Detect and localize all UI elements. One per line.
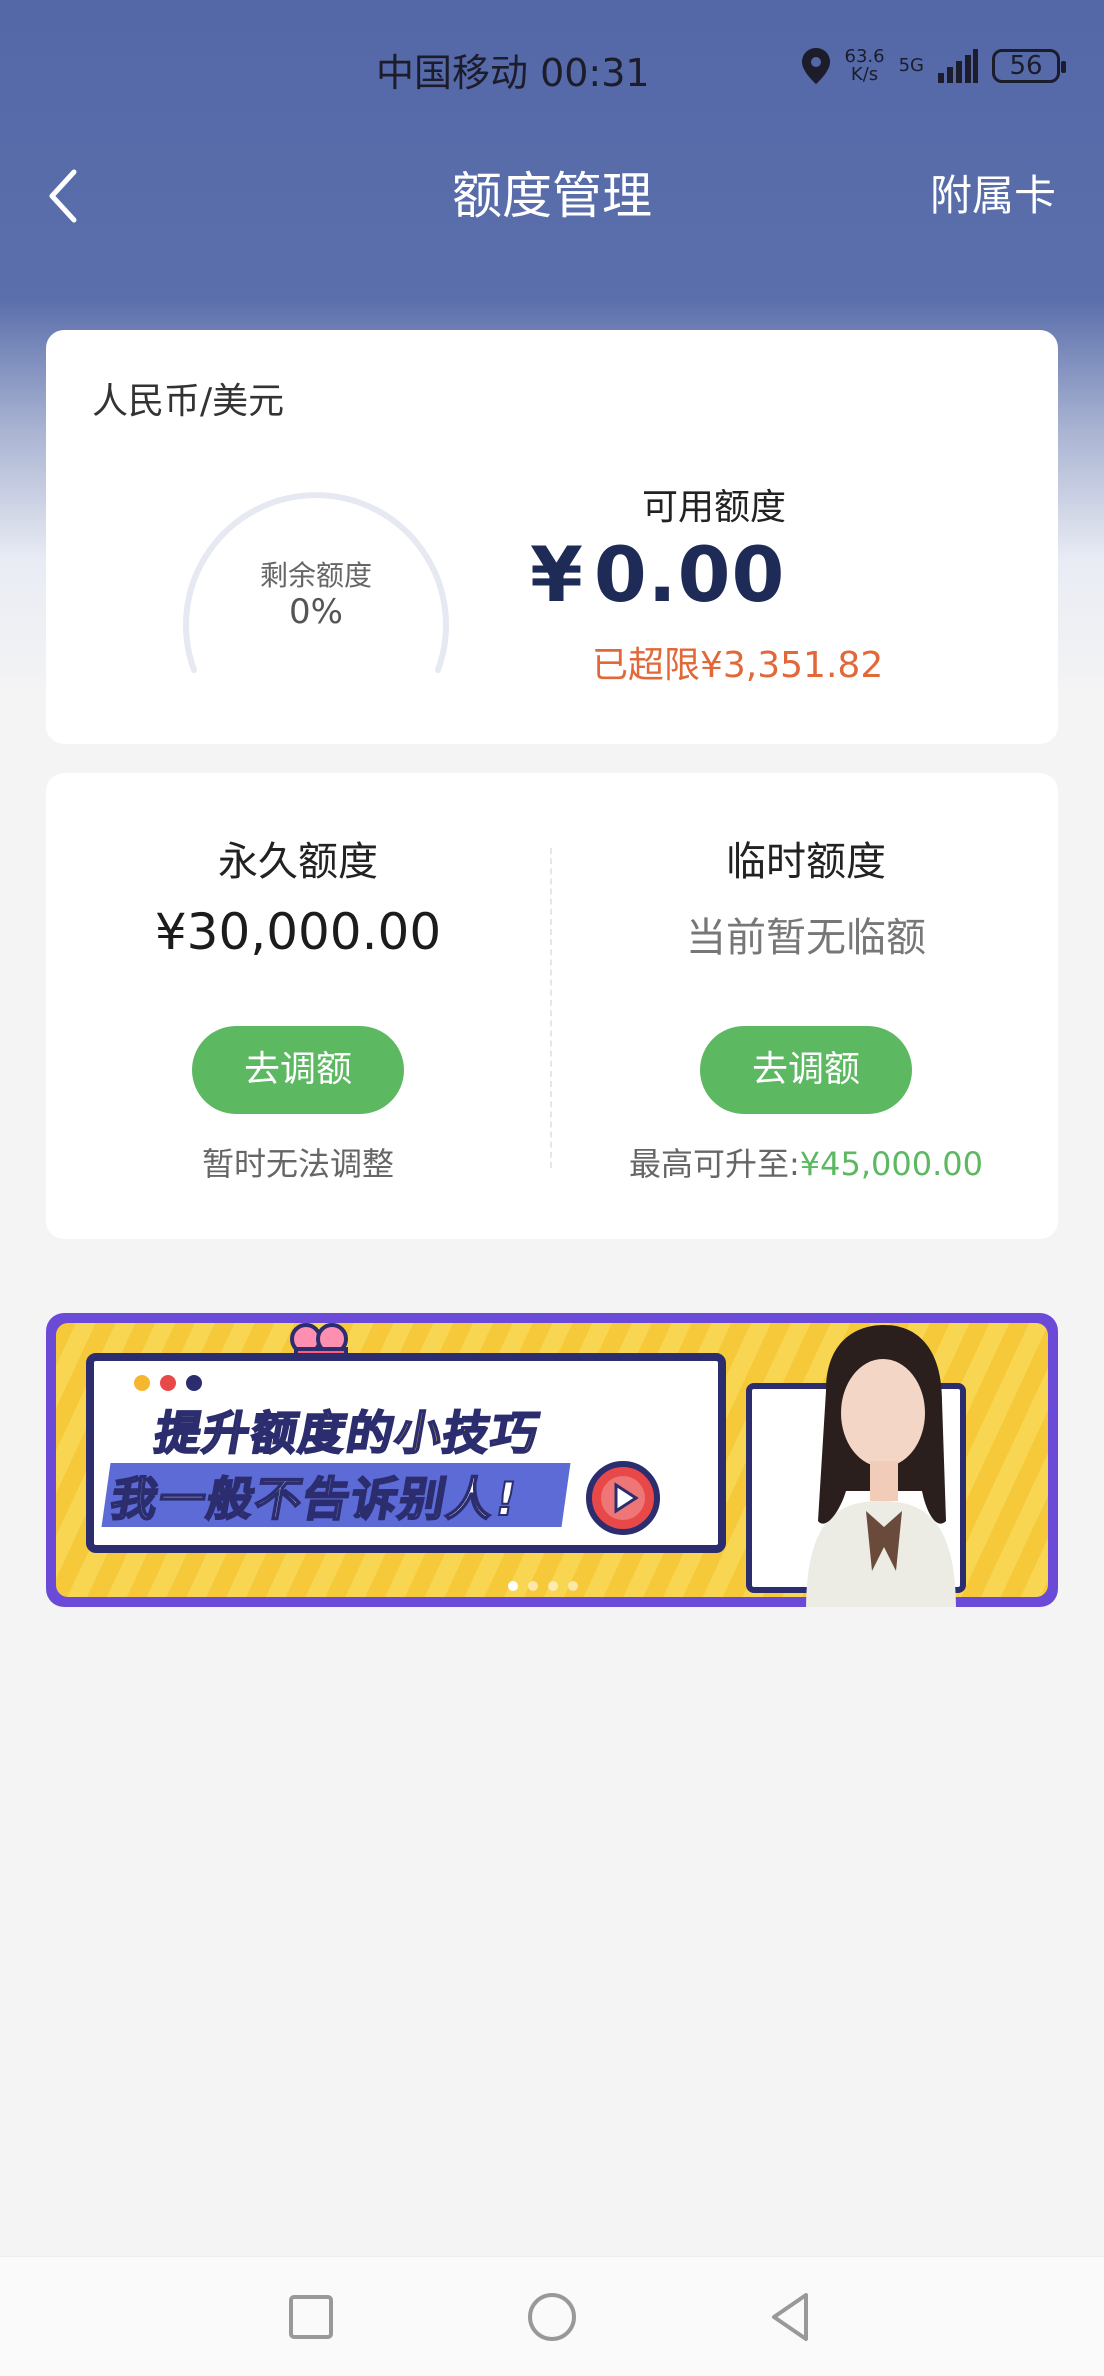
back-triangle-icon[interactable] <box>762 2287 822 2347</box>
adjust-permanent-button[interactable]: 去调额 <box>192 1026 404 1114</box>
temporary-limit-note: 最高可升至:¥45,000.00 <box>554 1139 1058 1185</box>
supplementary-card-link[interactable]: 附属卡 <box>930 162 1056 223</box>
permanent-limit-section: 永久额度 ¥30,000.00 去调额 暂时无法调整 <box>46 773 550 1239</box>
carousel-dot-active <box>508 1581 518 1591</box>
play-icon <box>586 1461 660 1535</box>
recent-apps-icon[interactable] <box>281 2287 341 2347</box>
currency-symbol: ¥ <box>530 530 584 619</box>
banner-headline: 提升额度的小技巧 <box>150 1405 546 1461</box>
status-icons: 63.6 K/s 5G 56 <box>801 44 1066 88</box>
temporary-limit-section: 临时额度 当前暂无临额 去调额 最高可升至:¥45,000.00 <box>554 773 1058 1239</box>
permanent-limit-note: 暂时无法调整 <box>201 1145 394 1183</box>
system-navigation-bar <box>0 2256 1104 2376</box>
available-limit-label: 可用额度 <box>641 487 786 528</box>
max-limit-label: 最高可升至: <box>628 1145 800 1183</box>
net-speed: 63.6 K/s <box>845 48 885 84</box>
over-limit-amount: 已超限¥3,351.82 <box>592 645 884 686</box>
carousel-dot <box>568 1581 578 1591</box>
status-bar: 中国移动 00:31 63.6 K/s 5G 56 <box>0 0 1104 136</box>
permanent-limit-title: 永久额度 <box>218 839 378 885</box>
promo-banner[interactable]: 提升额度的小技巧 我一般不告诉别人! <box>46 1313 1058 1607</box>
adjust-temporary-button[interactable]: 去调额 <box>700 1026 912 1114</box>
net-speed-unit: K/s <box>850 64 879 85</box>
home-icon[interactable] <box>522 2287 582 2347</box>
location-icon <box>801 48 830 84</box>
network-type: 5G <box>898 55 924 76</box>
temporary-limit-status: 当前暂无临额 <box>686 915 926 961</box>
available-limit-card: 人民币/美元 剩余额度 0% 可用额度 ¥0.00 已超限¥3,351.82 <box>46 330 1058 744</box>
divider <box>550 848 552 1168</box>
battery-icon: 56 <box>992 49 1066 83</box>
gauge-label: 剩余额度 <box>259 559 372 592</box>
available-limit-amount: ¥0.00 <box>530 530 785 619</box>
limits-card: 永久额度 ¥30,000.00 去调额 暂时无法调整 临时额度 当前暂无临额 去… <box>46 773 1058 1239</box>
signal-icon <box>938 49 978 83</box>
temporary-limit-title: 临时额度 <box>726 839 886 885</box>
presenter-image <box>806 1325 956 1607</box>
currency-label: 人民币/美元 <box>92 381 285 422</box>
available-amount-value: 0.00 <box>593 530 786 619</box>
nav-bar: 额度管理 附属卡 <box>0 136 1104 246</box>
carrier-time: 中国移动 00:31 <box>376 51 650 95</box>
banner-subline: 我一般不告诉别人! <box>106 1471 525 1527</box>
carousel-dot <box>548 1581 558 1591</box>
window-dots <box>134 1375 202 1391</box>
max-limit-amount: ¥45,000.00 <box>799 1145 983 1183</box>
carousel-indicator <box>508 1581 578 1591</box>
gauge-value: 0% <box>289 592 343 632</box>
carousel-dot <box>528 1581 538 1591</box>
permanent-limit-amount: ¥30,000.00 <box>154 903 442 961</box>
